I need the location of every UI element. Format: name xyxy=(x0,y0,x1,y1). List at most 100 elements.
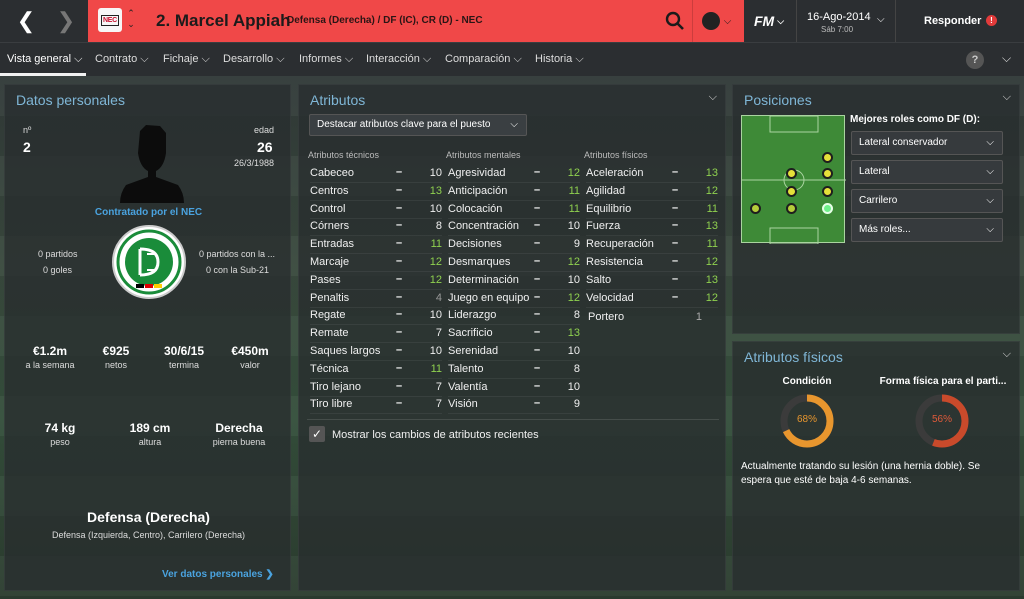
position-pitch[interactable] xyxy=(741,115,846,244)
attribute-row[interactable]: Talento – 8 xyxy=(448,361,580,379)
contract-end-value: 30/6/15 xyxy=(163,344,205,358)
attribute-value: 13 xyxy=(705,273,718,286)
fm-menu-button[interactable]: FM ⌵ xyxy=(744,0,794,42)
attribute-row[interactable]: Entradas – 11 xyxy=(310,236,442,255)
main-position: Defensa (Derecha) xyxy=(87,509,210,525)
attribute-row[interactable]: Liderazgo – 8 xyxy=(448,307,580,326)
attribute-row[interactable]: Tiro libre – 7 xyxy=(310,396,442,415)
physical-panel: Atributos físicos ⌵ Condición 68% Forma … xyxy=(732,341,1020,591)
chevron-down-icon[interactable]: ⌵ xyxy=(1002,51,1011,66)
attribute-row[interactable]: Equilibrio – 11 xyxy=(586,201,718,219)
attribute-row[interactable]: Colocación – 11 xyxy=(448,201,580,219)
attribute-row[interactable]: Regate – 10 xyxy=(310,307,442,326)
chevron-down-icon[interactable]: ⌵ xyxy=(1003,91,1011,104)
role-label: Carrilero xyxy=(859,195,898,206)
tab-vista-general[interactable]: Vista general ⌵ xyxy=(7,53,82,66)
attribute-row[interactable]: Cabeceo – 10 xyxy=(310,165,442,183)
attribute-row[interactable]: Agresividad – 12 xyxy=(448,165,580,183)
highlight-attributes-dropdown[interactable]: Destacar atributos clave para el puesto ⌵ xyxy=(309,114,527,136)
attribute-row[interactable]: Pases – 12 xyxy=(310,272,442,290)
national-team-badge[interactable] xyxy=(112,225,186,299)
attribute-row[interactable]: Fuerza – 13 xyxy=(586,218,718,237)
no-change-indicator: – xyxy=(534,308,541,321)
forward-arrow-icon[interactable]: ❯ xyxy=(46,0,86,42)
tab-historia[interactable]: Historia ⌵ xyxy=(535,53,584,66)
player-switch-chevrons[interactable]: ⌃ ⌄ xyxy=(125,8,137,34)
more-roles-dropdown[interactable]: Más roles... ⌵ xyxy=(851,218,1003,242)
attribute-name: Concentración xyxy=(448,220,519,233)
world-menu[interactable]: ⌵ xyxy=(692,0,740,42)
tab-desarrollo[interactable]: Desarrollo ⌵ xyxy=(223,53,285,66)
attribute-row[interactable]: Agilidad – 12 xyxy=(586,183,718,201)
net-wage-label: netos xyxy=(104,360,128,370)
attribute-row[interactable]: Córners – 8 xyxy=(310,218,442,237)
chevron-down-icon[interactable]: ⌵ xyxy=(1003,348,1011,361)
attribute-name: Velocidad xyxy=(586,291,634,304)
role-dropdown-1[interactable]: Lateral conservador ⌵ xyxy=(851,131,1003,155)
number-label: nº xyxy=(23,125,32,135)
attribute-row[interactable]: Valentía – 10 xyxy=(448,379,580,397)
attribute-name: Control xyxy=(310,202,346,215)
show-recent-changes-label[interactable]: Mostrar los cambios de atributos recient… xyxy=(332,429,539,441)
attribute-row[interactable]: Desmarques – 12 xyxy=(448,254,580,272)
club-logo[interactable]: NEC xyxy=(98,8,122,32)
attribute-row[interactable]: Serenidad – 10 xyxy=(448,343,580,361)
attribute-row[interactable]: Juego en equipo – 12 xyxy=(448,290,580,308)
date-button[interactable]: 16-Ago-2014 Sáb 7:00 ⌵ xyxy=(796,0,896,42)
attribute-row[interactable]: Visión – 9 xyxy=(448,396,580,415)
no-change-indicator: – xyxy=(672,183,679,196)
attribute-name: Equilibrio xyxy=(586,202,632,215)
attribute-value: 4 xyxy=(435,291,442,304)
no-change-indicator: – xyxy=(396,183,403,196)
attribute-row[interactable]: Penaltis – 4 xyxy=(310,290,442,308)
age-value: 26 xyxy=(257,139,273,155)
attribute-row[interactable]: Determinación – 10 xyxy=(448,272,580,290)
tab-interaccion[interactable]: Interacción ⌵ xyxy=(366,53,431,66)
attribute-row[interactable]: Saques largos – 10 xyxy=(310,343,442,361)
tab-fichaje[interactable]: Fichaje ⌵ xyxy=(163,53,210,66)
attribute-value: 12 xyxy=(567,256,580,268)
show-recent-changes-checkbox[interactable]: ✓ xyxy=(309,426,325,442)
no-change-indicator: – xyxy=(396,166,403,178)
height-label: altura xyxy=(138,437,162,447)
attribute-row[interactable]: Decisiones – 9 xyxy=(448,236,580,255)
attribute-row[interactable]: Marcaje – 12 xyxy=(310,254,442,272)
back-arrow-icon[interactable]: ❮ xyxy=(6,0,46,42)
view-personal-data-link[interactable]: Ver datos personales ❯ xyxy=(162,569,274,580)
natural-position-dot xyxy=(822,203,833,214)
fitness-gauge: 56% xyxy=(913,392,971,450)
attribute-row[interactable]: Remate – 7 xyxy=(310,325,442,344)
attribute-row[interactable]: Técnica – 11 xyxy=(310,361,442,379)
search-icon[interactable] xyxy=(663,9,687,33)
attribute-row[interactable]: Salto – 13 xyxy=(586,272,718,290)
attribute-row[interactable]: Sacrificio – 13 xyxy=(448,325,580,344)
attribute-row[interactable]: Control – 10 xyxy=(310,201,442,219)
goalkeeper-row[interactable]: Portero 1 xyxy=(588,309,720,327)
attribute-value: 12 xyxy=(705,256,718,268)
contract-club-link[interactable]: Contratado por el NEC xyxy=(5,207,292,218)
attribute-row[interactable]: Resistencia – 12 xyxy=(586,254,718,272)
tab-informes[interactable]: Informes ⌵ xyxy=(299,53,353,66)
attribute-row[interactable]: Velocidad – 12 xyxy=(586,290,718,308)
tab-comparacion[interactable]: Comparación ⌵ xyxy=(445,53,522,66)
top-bar: ❮ ❯ NEC ⌃ ⌄ 2. Marcel Appiah Defensa (Der… xyxy=(0,0,1024,42)
role-dropdown-2[interactable]: Lateral ⌵ xyxy=(851,160,1003,184)
help-icon[interactable]: ? xyxy=(966,51,984,69)
attribute-name: Resistencia xyxy=(586,256,643,268)
attribute-name: Tiro lejano xyxy=(310,380,361,393)
attribute-row[interactable]: Centros – 13 xyxy=(310,183,442,201)
tab-contrato[interactable]: Contrato ⌵ xyxy=(95,53,149,66)
role-dropdown-3[interactable]: Carrilero ⌵ xyxy=(851,189,1003,213)
attribute-row[interactable]: Aceleración – 13 xyxy=(586,165,718,183)
chevron-down-icon[interactable]: ⌵ xyxy=(709,91,717,104)
attribute-name: Agilidad xyxy=(586,184,626,197)
attribute-value: 9 xyxy=(573,238,580,251)
attribute-name: Cabeceo xyxy=(310,167,355,179)
positions-panel: Posiciones ⌵ Mejores roles como DF (D): … xyxy=(732,84,1020,334)
reply-button[interactable]: Responder xyxy=(924,15,981,27)
attribute-row[interactable]: Concentración – 10 xyxy=(448,218,580,237)
no-change-indicator: – xyxy=(534,201,541,214)
attribute-row[interactable]: Tiro lejano – 7 xyxy=(310,379,442,397)
attribute-row[interactable]: Anticipación – 11 xyxy=(448,183,580,201)
attribute-row[interactable]: Recuperación – 11 xyxy=(586,236,718,255)
